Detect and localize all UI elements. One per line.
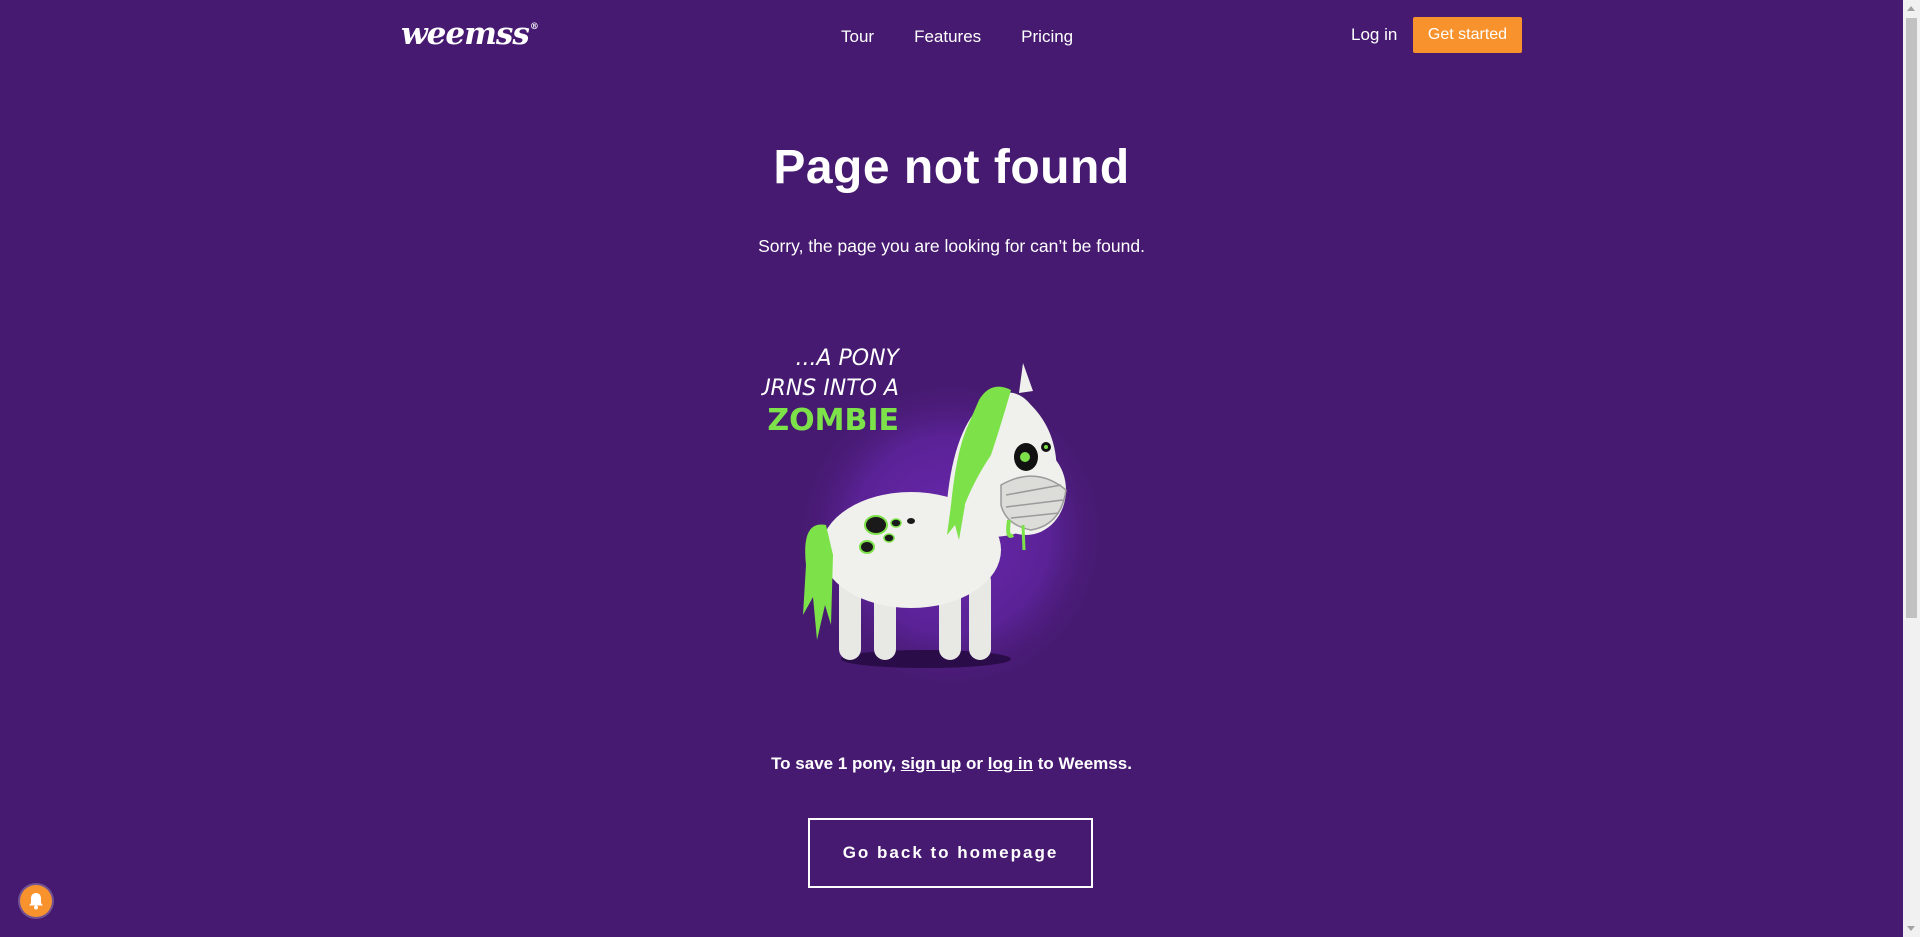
pony-spot: [890, 518, 902, 528]
back-to-homepage-button[interactable]: Go back to homepage: [808, 818, 1093, 888]
nav-features[interactable]: Features: [914, 27, 981, 47]
notification-bell-button[interactable]: [20, 885, 52, 917]
get-started-button[interactable]: Get started: [1413, 17, 1522, 53]
logo-registered-mark: ®: [529, 22, 539, 32]
main-nav: Tour Features Pricing: [841, 27, 1073, 47]
pony-spot: [859, 540, 875, 554]
pony-ear: [1019, 363, 1033, 393]
save-suffix: to Weemss.: [1033, 754, 1132, 773]
pony-caption-line1: ...A PONY: [795, 346, 900, 371]
logo-text: weemss: [401, 16, 530, 52]
pony-spot: [883, 533, 895, 543]
login-inline-link[interactable]: log in: [988, 754, 1033, 773]
vertical-scrollbar[interactable]: [1903, 0, 1920, 937]
logo[interactable]: weemss®: [401, 16, 539, 52]
pony-caption-line2: TURNS INTO A: [761, 376, 899, 401]
pony-caption-zombie: ZOMBIE: [767, 403, 899, 438]
nav-tour[interactable]: Tour: [841, 27, 874, 47]
pony-spot: [907, 518, 915, 524]
save-middle: or: [961, 754, 988, 773]
signup-link[interactable]: sign up: [901, 754, 961, 773]
scroll-down-arrow-icon[interactable]: [1907, 926, 1915, 931]
page: weemss® Tour Features Pricing Log in Get…: [0, 0, 1920, 937]
login-link[interactable]: Log in: [1351, 25, 1397, 45]
scroll-up-arrow-icon[interactable]: [1907, 6, 1915, 11]
pony-pupil: [1020, 452, 1030, 462]
nav-pricing[interactable]: Pricing: [1021, 27, 1073, 47]
scrollbar-thumb[interactable]: [1906, 18, 1917, 618]
mouth-drip: [1021, 524, 1026, 551]
pony-spot: [864, 515, 888, 535]
pony-pupil: [1044, 445, 1048, 449]
zombie-pony-illustration: ...A PONY TURNS INTO A ZOMBIE: [761, 346, 1116, 695]
bell-icon: [29, 893, 43, 910]
save-prefix: To save 1 pony,: [771, 754, 901, 773]
page-subtitle: Sorry, the page you are looking for can’…: [758, 236, 1145, 256]
page-title: Page not found: [773, 141, 1130, 194]
save-pony-message: To save 1 pony, sign up or log in to Wee…: [0, 754, 1903, 774]
